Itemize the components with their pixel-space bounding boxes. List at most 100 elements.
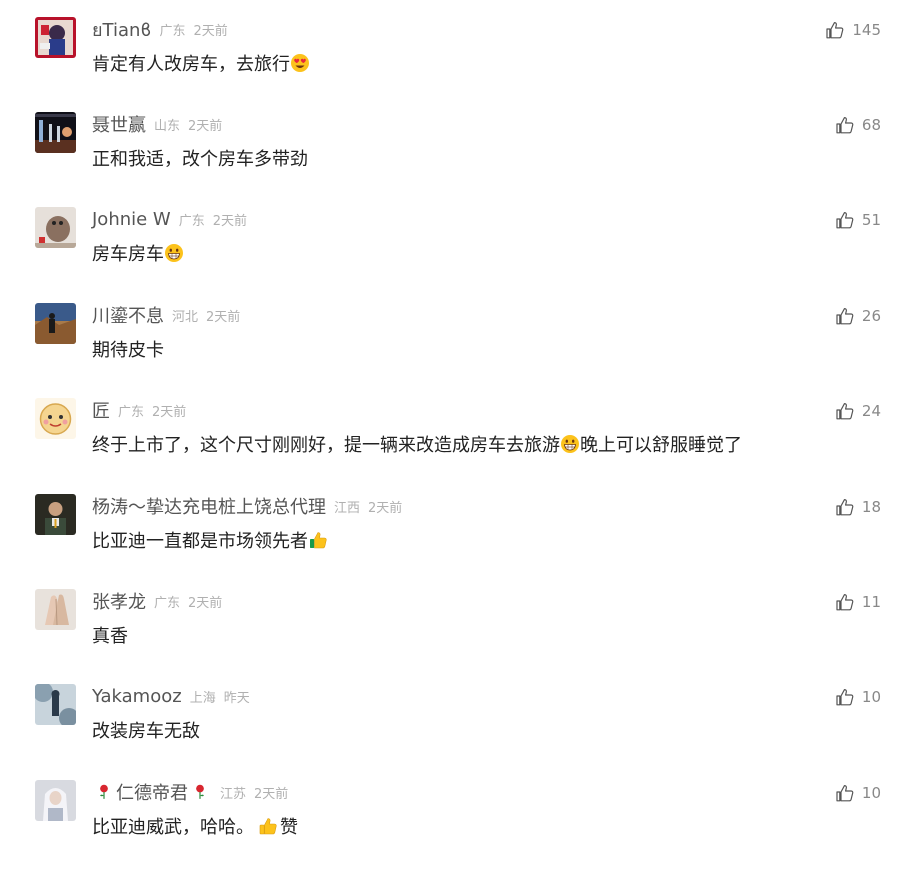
like-button[interactable]: 10 [835,782,881,804]
username[interactable]: 匠 [92,397,110,423]
comment-meta: 聂世赢 山东 2天前 [92,112,222,136]
comment-body-start: 比亚迪威武，哈哈。 [92,817,254,838]
thumbs-up-icon [835,592,855,612]
thumbs-up-icon [835,210,855,230]
comment-item: ยTianϐ 广东 2天前 肯定有人改房车，去旅行 145 [0,17,911,112]
thumbs-up-icon [835,115,855,135]
timestamp: 2天前 [368,500,403,516]
desert-avatar-icon[interactable] [35,303,76,344]
thumbs-up-emoji [310,532,327,549]
like-button[interactable]: 51 [835,209,881,231]
thumbs-up-icon [835,401,855,421]
timestamp: 2天前 [254,786,289,802]
praying-hands-avatar-icon[interactable] [35,589,76,630]
comment-body: 正和我适，改个房车多带劲 [92,149,308,170]
username[interactable]: 杨涛～挚达充电桩上饶总代理 [92,493,326,519]
grinning-emoji [165,244,183,262]
timestamp: 2天前 [206,309,241,325]
username[interactable]: Johnie W [92,209,171,230]
timestamp: 2天前 [193,23,228,39]
username[interactable]: 仁德帝君 [116,779,188,805]
comment-body: 真香 [92,626,128,647]
comment-text: 真香 [92,622,128,648]
username[interactable]: Yakamooz [92,686,182,707]
like-count: 145 [852,21,881,39]
like-button[interactable]: 145 [825,19,881,41]
comment-body: 肯定有人改房车，去旅行 [92,54,290,75]
like-count: 24 [861,402,881,420]
like-button[interactable]: 11 [835,591,881,613]
man-portrait-avatar-icon[interactable] [35,494,76,535]
username[interactable]: 聂世赢 [92,111,146,137]
like-count: 18 [861,498,881,516]
comment-text: 房车房车 [92,240,184,266]
comment-meta: Yakamooz 上海 昨天 [92,684,250,708]
stage-avatar-icon[interactable] [35,112,76,153]
comment-body-end: 晚上可以舒服睡觉了 [580,435,742,456]
location: 广东 [178,213,205,229]
heart-eyes-emoji [291,54,309,72]
like-button[interactable]: 10 [835,686,881,708]
like-count: 11 [861,593,881,611]
username[interactable]: ยTianϐ [92,15,151,44]
comment-meta: 川鎏不息 河北 2天前 [92,303,240,327]
cartoon-face-avatar-icon[interactable] [35,398,76,439]
comment-item: Johnie W 广东 2天前 房车房车 51 [0,207,911,302]
comment-meta: 张孝龙 广东 2天前 [92,589,222,613]
like-count: 26 [861,307,881,325]
thumbs-up-icon [825,20,845,40]
location: 广东 [154,595,181,611]
comment-body: 期待皮卡 [92,340,164,361]
comment-text: 比亚迪一直都是市场领先者 [92,527,328,553]
bird-avatar-icon[interactable] [35,207,76,248]
rose-icon [98,784,110,800]
thumbs-up-emoji [259,818,277,835]
white-hair-avatar-icon[interactable] [35,780,76,821]
anime-avatar-icon[interactable] [35,17,76,58]
username[interactable]: 川鎏不息 [92,302,164,328]
like-count: 10 [861,688,881,706]
ink-painting-avatar-icon[interactable] [35,684,76,725]
comment-item: 聂世赢 山东 2天前 正和我适，改个房车多带劲 68 [0,112,911,207]
rose-icon [194,784,206,800]
thumbs-up-icon [835,306,855,326]
comment-item: 杨涛～挚达充电桩上饶总代理 江西 2天前 比亚迪一直都是市场领先者 18 [0,494,911,589]
comment-text: 比亚迪威武，哈哈。 赞 [92,813,298,839]
comment-body: 改装房车无敌 [92,721,200,742]
timestamp: 昨天 [223,690,250,706]
comment-meta: Johnie W 广东 2天前 [92,207,247,231]
comment-text: 终于上市了，这个尺寸刚刚好，提一辆来改造成房车去旅游 晚上可以舒服睡觉了 [92,431,742,457]
username[interactable]: 张孝龙 [92,588,146,614]
comment-text: 正和我适，改个房车多带劲 [92,145,308,171]
comment-body: 比亚迪一直都是市场领先者 [92,531,308,552]
like-button[interactable]: 18 [835,496,881,518]
like-button[interactable]: 26 [835,305,881,327]
location: 江苏 [220,786,247,802]
thumbs-up-icon [835,687,855,707]
like-count: 68 [861,116,881,134]
comment-item: 仁德帝君 江苏 2天前 比亚迪威武，哈哈。 赞 10 [0,780,911,875]
location: 广东 [159,23,186,39]
comment-item: 川鎏不息 河北 2天前 期待皮卡 26 [0,303,911,398]
thumbs-up-icon [835,497,855,517]
timestamp: 2天前 [188,118,223,134]
comment-item: 匠 广东 2天前 终于上市了，这个尺寸刚刚好，提一辆来改造成房车去旅游 晚上可以… [0,398,911,493]
location: 江西 [334,500,361,516]
comment-meta: 仁德帝君 江苏 2天前 [92,780,288,804]
timestamp: 2天前 [188,595,223,611]
like-button[interactable]: 68 [835,114,881,136]
grinning-emoji [561,435,579,453]
comment-text: 肯定有人改房车，去旅行 [92,50,310,76]
location: 河北 [172,309,199,325]
timestamp: 2天前 [152,404,187,420]
like-button[interactable]: 24 [835,400,881,422]
location: 广东 [118,404,145,420]
location: 上海 [189,690,216,706]
like-count: 10 [861,784,881,802]
comment-meta: 杨涛～挚达充电桩上饶总代理 江西 2天前 [92,494,402,518]
comment-text: 改装房车无敌 [92,717,200,743]
comment-body-end: 赞 [280,817,298,838]
thumbs-up-icon [835,783,855,803]
comment-item: 张孝龙 广东 2天前 真香 11 [0,589,911,684]
comment-meta: 匠 广东 2天前 [92,398,186,422]
